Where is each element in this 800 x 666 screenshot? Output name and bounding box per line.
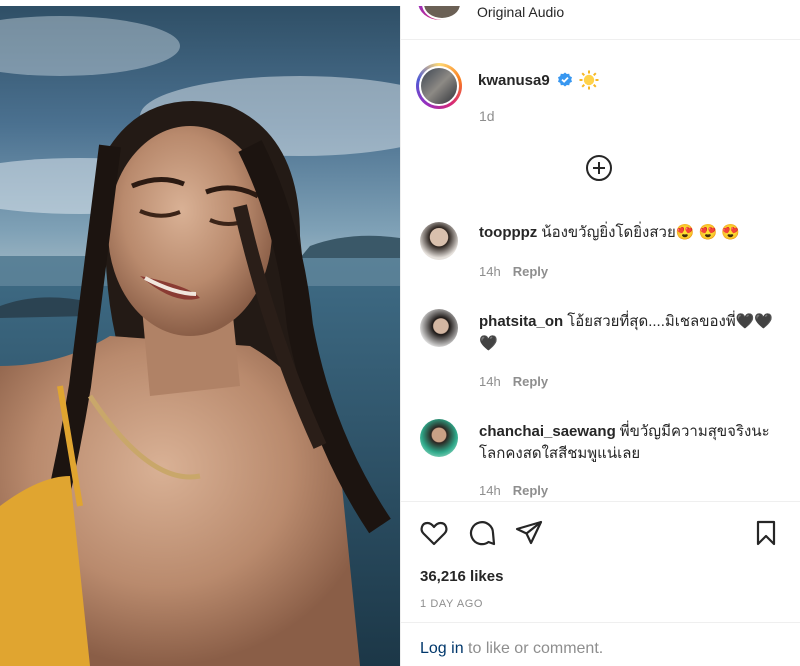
comment-icon[interactable]: [467, 518, 497, 548]
reply-button[interactable]: Reply: [513, 483, 548, 498]
post-date: 1 DAY AGO: [420, 598, 484, 610]
login-prompt: Log in to like or comment.: [420, 640, 603, 658]
heart-icon[interactable]: [419, 518, 449, 548]
comment-time: 14h: [479, 374, 501, 389]
post-panel: Original Audio kwanusa9 1d toopppz น้องขว…: [400, 0, 800, 666]
comment-text: chanchai_saewang พี่ขวัญมีความสุขจริงนะ โ…: [479, 421, 784, 465]
sun-emoji-icon: [579, 70, 599, 90]
bookmark-icon[interactable]: [751, 518, 781, 548]
page-top-strip: [0, 0, 800, 6]
commenter-avatar[interactable]: [420, 419, 458, 457]
login-prompt-text: to like or comment.: [468, 640, 604, 657]
likes-count[interactable]: 36,216 likes: [420, 568, 503, 585]
reply-button[interactable]: Reply: [513, 264, 548, 279]
footer-divider: [401, 622, 800, 623]
comment-text: toopppz น้องขวัญยิ่งโดยิ่งสวย😍 😍 😍: [479, 222, 784, 244]
load-more-comments-icon[interactable]: [585, 154, 613, 182]
author-username[interactable]: kwanusa9: [478, 72, 550, 89]
actions-divider: [401, 501, 800, 502]
author-avatar[interactable]: [416, 63, 462, 109]
audio-row[interactable]: Original Audio: [401, 0, 800, 40]
commenter-avatar[interactable]: [420, 309, 458, 347]
commenter-username[interactable]: chanchai_saewang: [479, 423, 616, 440]
comment-meta: 14h Reply: [479, 483, 548, 498]
audio-label[interactable]: Original Audio: [477, 4, 564, 20]
login-link[interactable]: Log in: [420, 640, 464, 657]
comment-time: 14h: [479, 264, 501, 279]
selfie-image: [0, 16, 400, 666]
comment-text: phatsita_on โอ้ยสวยที่สุด....มิเชลของพี่🖤…: [479, 311, 784, 355]
comment-body: น้องขวัญยิ่งโดยิ่งสวย😍 😍 😍: [541, 224, 741, 241]
comment-time: 14h: [479, 483, 501, 498]
commenter-avatar[interactable]: [420, 222, 458, 260]
post-media[interactable]: [0, 6, 400, 666]
comment-meta: 14h Reply: [479, 374, 548, 389]
share-icon[interactable]: [514, 518, 544, 548]
comment-meta: 14h Reply: [479, 264, 548, 279]
commenter-username[interactable]: phatsita_on: [479, 313, 563, 330]
verified-badge-icon: [558, 72, 572, 87]
reply-button[interactable]: Reply: [513, 374, 548, 389]
caption-time: 1d: [479, 108, 495, 124]
commenter-username[interactable]: toopppz: [479, 224, 537, 241]
